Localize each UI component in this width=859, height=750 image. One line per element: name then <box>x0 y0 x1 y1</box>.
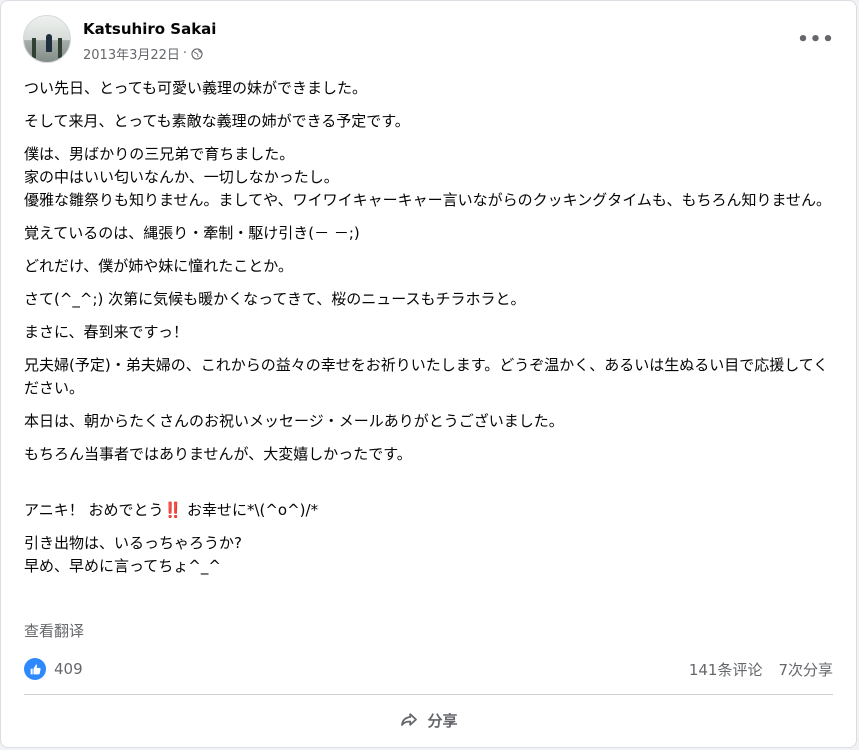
congrats-text-end: お幸せに*\(^o^)/* <box>182 501 319 519</box>
post-paragraph: 本日は、朝からたくさんのお祝いメッセージ・メールありがとうございました。 <box>24 412 564 430</box>
post-actions: 分享 <box>24 701 833 739</box>
like-icon <box>24 658 46 680</box>
post-paragraph: つい先日、とっても可愛い義理の妹ができました。 <box>24 79 368 97</box>
closing-paragraph: 引き出物は、いるっちゃろうか? 早め、早めに言ってちょ^_^ <box>24 534 242 575</box>
post-paragraph: さて(^_^;) 次第に気候も暖かくなってきて、桜のニュースもチラホラと。 <box>24 290 526 308</box>
post-paragraph: どれだけ、僕が姉や妹に憧れたことか。 <box>24 257 293 275</box>
more-horizontal-icon: ••• <box>797 28 835 50</box>
share-arrow-icon <box>399 710 419 730</box>
congrats-paragraph: アニキ！ おめでとう‼️ お幸せに*\(^o^)/* <box>24 476 840 522</box>
action-divider <box>24 694 833 695</box>
engagement-counts: 141条评论 7次分享 <box>689 659 833 680</box>
post-paragraph: まさに、春到来ですっ！ <box>24 323 188 341</box>
avatar-person-silhouette <box>46 34 52 52</box>
globe-icon <box>191 47 203 60</box>
post-paragraph: そして来月、とっても素敵な義理の姉ができる予定です。 <box>24 112 410 130</box>
post-header: Katsuhiro Sakai 2013年3月22日 · ••• <box>23 15 834 63</box>
share-button-label: 分享 <box>427 711 458 730</box>
reaction-summary: 409 141条评论 7次分享 <box>24 656 833 682</box>
post-paragraph: 僕は、男ばかりの三兄弟で育ちました。 家の中はいい匂いなんか、一切しなかったし。… <box>24 145 832 209</box>
post-paragraph: 覚えているのは、縄張り・牽制・駆け引き(－ －;) <box>24 224 360 242</box>
double-exclamation-icon: ‼️ <box>163 501 183 519</box>
congrats-text-start: アニキ！ おめでとう <box>24 501 164 519</box>
shares-count-link[interactable]: 7次分享 <box>778 659 833 680</box>
avatar[interactable] <box>23 15 71 63</box>
reaction-count: 409 <box>54 660 83 678</box>
comments-count-link[interactable]: 141条评论 <box>689 659 763 680</box>
post-text: つい先日、とっても可愛い義理の妹ができました。 そして来月、とっても素敵な義理の… <box>24 77 840 588</box>
reaction-count-area[interactable]: 409 <box>24 658 83 680</box>
avatar-background-post <box>58 38 62 58</box>
post-paragraph: もちろん当事者ではありませんが、大変嬉しかったです。 <box>24 445 412 463</box>
post-card: Katsuhiro Sakai 2013年3月22日 · ••• つい先日、とっ… <box>0 0 857 748</box>
share-button[interactable]: 分享 <box>399 710 458 731</box>
post-date[interactable]: 2013年3月22日 <box>83 44 180 63</box>
meta-separator: · <box>182 46 188 61</box>
see-translation-link[interactable]: 查看翻译 <box>24 620 84 641</box>
author-name[interactable]: Katsuhiro Sakai <box>83 20 216 38</box>
post-paragraph: 兄夫婦(予定)・弟夫婦の、これからの益々の幸せをお祈りいたします。どうぞ温かく、… <box>24 356 829 397</box>
more-options-button[interactable]: ••• <box>797 21 835 57</box>
post-meta: 2013年3月22日 · <box>83 44 203 63</box>
avatar-background-post <box>32 38 36 58</box>
